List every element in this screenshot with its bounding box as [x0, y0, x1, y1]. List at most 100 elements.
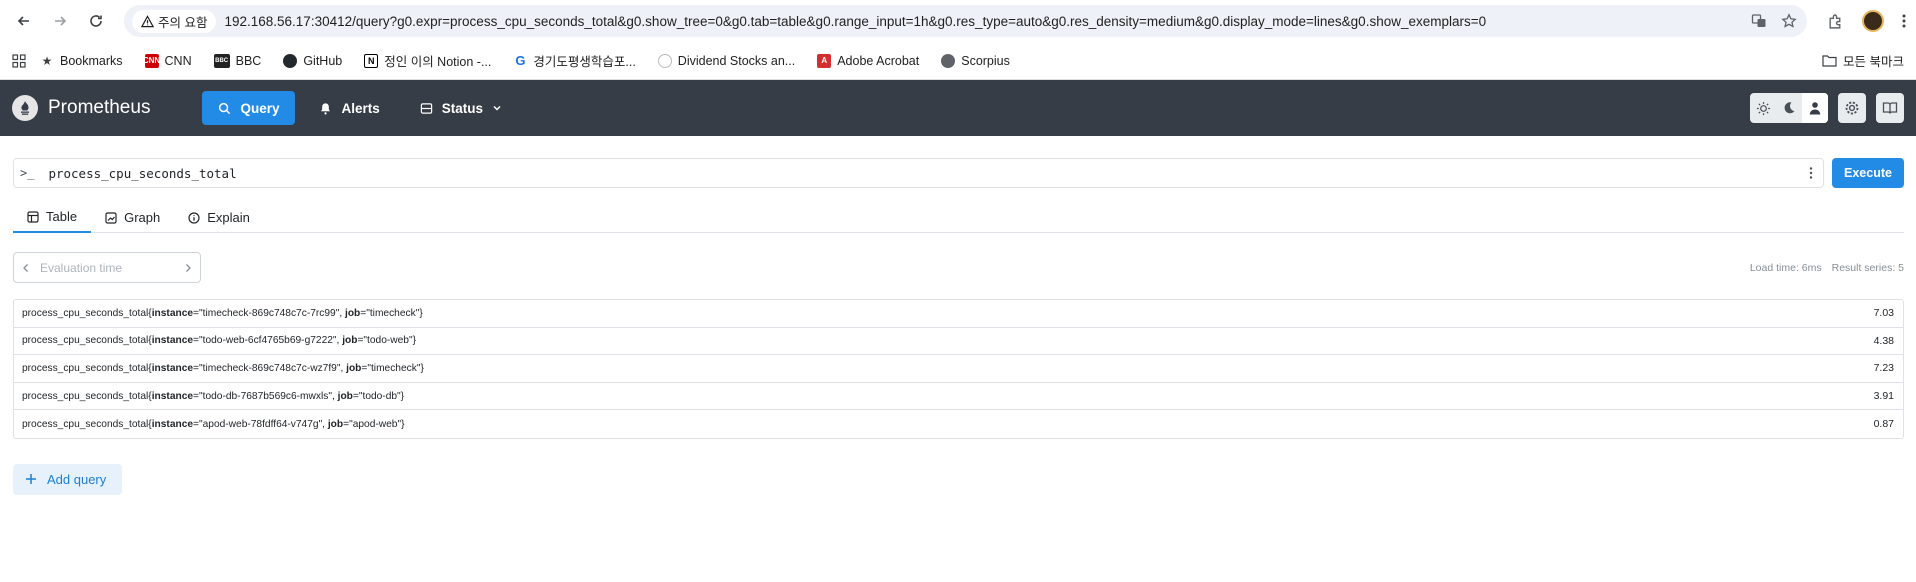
- series-value: 7.23: [1873, 362, 1894, 375]
- all-bookmarks[interactable]: 모든 북마크: [1822, 51, 1904, 70]
- label-value: timecheck-869c748c7c-7rc99: [202, 307, 336, 319]
- warning-label: 주의 요함: [158, 15, 208, 30]
- forward-icon[interactable]: [46, 7, 74, 35]
- tab-explain[interactable]: Explain: [174, 202, 264, 233]
- acrobat-icon: A: [817, 53, 832, 68]
- profile-avatar[interactable]: [1862, 10, 1884, 32]
- bell-icon: [321, 102, 331, 114]
- tab-graph[interactable]: Graph: [91, 202, 174, 233]
- bookmark-cnn[interactable]: CNN CNN: [143, 53, 192, 68]
- bookmark-github[interactable]: GitHub: [283, 53, 342, 68]
- translate-icon[interactable]: [1751, 13, 1767, 29]
- more-menu-icon[interactable]: [1902, 13, 1906, 29]
- bookmarks-bar: ★ Bookmarks CNN CNN BBC BBC GitHub N 정인 이의 N…: [0, 42, 1916, 80]
- info-icon: [188, 211, 200, 224]
- globe-icon: [941, 53, 956, 68]
- sun-icon[interactable]: [1750, 93, 1776, 123]
- kebab-menu-icon[interactable]: [1809, 166, 1813, 180]
- label-key: instance: [151, 390, 194, 402]
- results-table: process_cpu_seconds_total{instance="time…: [13, 299, 1904, 439]
- extensions-icon[interactable]: [1827, 13, 1844, 30]
- label-value: todo-db-7687b569c6-mwxls: [202, 390, 329, 402]
- security-warning[interactable]: 주의 요함: [132, 9, 217, 33]
- reload-icon[interactable]: [82, 7, 110, 35]
- url-text[interactable]: 192.168.56.17:30412/query?g0.expr=proces…: [224, 14, 1751, 29]
- metric-name: process_cpu_seconds_total: [22, 307, 149, 319]
- bookmark-bbc[interactable]: BBC BBC: [213, 53, 261, 68]
- star-icon[interactable]: [1781, 13, 1797, 29]
- query-panel: >_ process_cpu_seconds_total Execute Tab…: [0, 158, 1916, 495]
- moon-icon[interactable]: [1776, 93, 1802, 123]
- label-value: apod-web-78fdff64-v747g: [202, 418, 319, 430]
- bbc-logo-icon: BBC: [213, 53, 230, 68]
- chevron-down-icon: [493, 105, 501, 111]
- expression-input[interactable]: >_ process_cpu_seconds_total: [13, 158, 1824, 188]
- app-navbar: Prometheus Query Alerts Status: [0, 80, 1916, 136]
- series-label: process_cpu_seconds_total{instance="apod…: [22, 418, 405, 430]
- label-value: todo-web-6cf4765b69-g7222: [202, 335, 333, 347]
- nav-status[interactable]: Status: [404, 91, 518, 125]
- label-value: todo-web: [367, 335, 409, 347]
- back-icon[interactable]: [10, 7, 38, 35]
- series-value: 4.38: [1873, 334, 1894, 347]
- label-key: job: [337, 390, 353, 402]
- label-value: apod-web: [352, 418, 398, 430]
- docs-book-icon[interactable]: [1876, 93, 1904, 123]
- execute-button[interactable]: Execute: [1832, 158, 1904, 188]
- bookmark-dividend[interactable]: Dividend Stocks an...: [657, 53, 795, 68]
- label-value: timecheck: [369, 307, 416, 319]
- series-value: 3.91: [1873, 390, 1894, 403]
- folder-icon: [1822, 55, 1837, 67]
- notion-icon: N: [364, 53, 379, 68]
- metric-name: process_cpu_seconds_total: [22, 362, 149, 374]
- bookmark-notion[interactable]: N 정인 이의 Notion -...: [364, 51, 491, 70]
- app-logo[interactable]: Prometheus: [12, 95, 150, 121]
- label-key: instance: [151, 335, 194, 347]
- tab-table[interactable]: Table: [13, 202, 92, 233]
- label-value: todo-db: [362, 390, 398, 402]
- address-bar[interactable]: 주의 요함 192.168.56.17:30412/query?g0.expr=…: [124, 5, 1807, 37]
- github-icon: [283, 53, 298, 68]
- expression-text[interactable]: process_cpu_seconds_total: [48, 166, 1809, 181]
- bookmark-gyeonggi[interactable]: G 경기도평생학습포...: [513, 51, 635, 70]
- table-row: process_cpu_seconds_total{instance="time…: [14, 300, 1903, 328]
- metric-name: process_cpu_seconds_total: [22, 390, 149, 402]
- star-icon: ★: [41, 53, 53, 68]
- bookmark-bookmarks[interactable]: ★ Bookmarks: [40, 54, 123, 68]
- label-key: job: [342, 335, 358, 347]
- apps-button[interactable]: [12, 53, 26, 68]
- series-label: process_cpu_seconds_total{instance="todo…: [22, 390, 405, 402]
- series-value: 7.03: [1873, 307, 1894, 320]
- label-key: job: [346, 362, 362, 374]
- chevron-right-icon[interactable]: [184, 263, 192, 273]
- chevron-left-icon[interactable]: [22, 263, 30, 273]
- series-value: 0.87: [1873, 418, 1894, 431]
- result-tabs: Table Graph Explain: [13, 202, 1904, 233]
- warning-icon: [141, 14, 154, 27]
- metric-name: process_cpu_seconds_total: [22, 418, 149, 430]
- evaluation-time-input[interactable]: Evaluation time: [40, 261, 184, 275]
- nav-alerts[interactable]: Alerts: [303, 91, 395, 125]
- add-query-button[interactable]: Add query: [13, 463, 123, 495]
- settings-gear-icon[interactable]: [1838, 93, 1866, 123]
- series-label: process_cpu_seconds_total{instance="time…: [22, 362, 424, 374]
- globe-icon: [657, 53, 672, 68]
- table-row: process_cpu_seconds_total{instance="todo…: [14, 328, 1903, 356]
- load-time: Load time: 6ms: [1749, 261, 1822, 274]
- prometheus-logo-icon: [12, 95, 38, 121]
- evaluation-time-picker[interactable]: Evaluation time: [13, 252, 201, 283]
- query-stats: Load time: 6ms Result series: 5: [1750, 262, 1904, 274]
- result-series: Result series: 5: [1831, 261, 1904, 274]
- nav-query[interactable]: Query: [202, 91, 296, 125]
- label-key: job: [327, 418, 344, 430]
- graph-icon: [105, 211, 117, 224]
- apps-grid-icon: [12, 53, 26, 68]
- user-theme-icon[interactable]: [1802, 93, 1828, 123]
- label-key: instance: [151, 307, 194, 319]
- metric-name: process_cpu_seconds_total: [22, 335, 149, 347]
- bookmark-scorpius[interactable]: Scorpius: [941, 53, 1010, 68]
- series-label: process_cpu_seconds_total{instance="time…: [22, 307, 423, 319]
- table-row: process_cpu_seconds_total{instance="apod…: [14, 410, 1903, 438]
- app-title: Prometheus: [48, 97, 151, 118]
- bookmark-adobe[interactable]: A Adobe Acrobat: [817, 53, 919, 68]
